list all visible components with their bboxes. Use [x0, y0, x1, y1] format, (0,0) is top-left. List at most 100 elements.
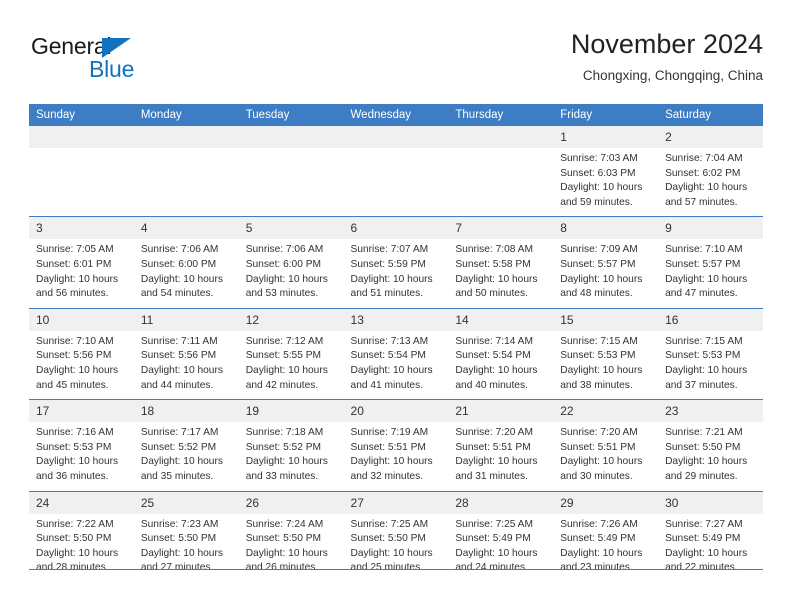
- sunrise-text: Sunrise: 7:10 AM: [36, 335, 114, 347]
- sunset-text: Sunset: 5:49 PM: [455, 533, 531, 545]
- day-number: [238, 126, 344, 148]
- daylight-text-line1: Daylight: 10 hours: [140, 547, 223, 559]
- calendar-day-cell[interactable]: 6 Sunrise: 7:07 AM Sunset: 5:59 PM Daylight…: [343, 216, 449, 309]
- title-block: November 2024 Chongxing, Chongqing, Chin…: [571, 28, 763, 84]
- weekday-header-thursday: Thursday: [448, 104, 554, 126]
- day-details: Sunrise: 7:23 AM Sunset: 5:50 PM Daylight:…: [134, 514, 239, 582]
- calendar-day-cell[interactable]: 3 Sunrise: 7:05 AM Sunset: 6:01 PM Daylight…: [29, 216, 134, 309]
- calendar-day-cell[interactable]: 23 Sunrise: 7:21 AM Sunset: 5:50 PM Dayligh…: [658, 399, 763, 491]
- day-number: 24: [29, 491, 134, 514]
- calendar-day-cell[interactable]: 4 Sunrise: 7:06 AM Sunset: 6:00 PM Daylight…: [133, 216, 239, 309]
- day-number: 17: [29, 400, 134, 423]
- day-details: Sunrise: 7:22 AM Sunset: 5:50 PM Daylight:…: [29, 514, 134, 582]
- day-number: 7: [448, 217, 554, 240]
- daylight-text-line2: and 48 minutes.: [560, 288, 633, 300]
- daylight-text-line2: and 47 minutes.: [665, 288, 738, 300]
- calendar-day-cell[interactable]: 21 Sunrise: 7:20 AM Sunset: 5:51 PM Dayligh…: [448, 399, 554, 491]
- day-number: 21: [448, 400, 554, 423]
- daylight-text-line1: Daylight: 10 hours: [245, 456, 328, 468]
- logo-text-blue: Blue: [89, 56, 135, 82]
- calendar-day-cell[interactable]: 1 Sunrise: 7:03 AM Sunset: 6:03 PM Daylight…: [553, 126, 659, 217]
- calendar-day-cell[interactable]: 7 Sunrise: 7:08 AM Sunset: 5:58 PM Daylight…: [448, 216, 554, 309]
- day-number: 18: [133, 400, 239, 423]
- sunset-text: Sunset: 5:56 PM: [36, 350, 112, 362]
- sunset-text: Sunset: 6:03 PM: [560, 167, 636, 179]
- calendar-page: General Blue November 2024 Chongxing, Ch…: [0, 0, 792, 612]
- page-header: General Blue November 2024 Chongxing, Ch…: [29, 28, 763, 98]
- daylight-text-line1: Daylight: 10 hours: [665, 273, 748, 285]
- sunset-text: Sunset: 5:52 PM: [140, 441, 217, 453]
- calendar-empty-cell: [133, 126, 239, 217]
- calendar-day-cell[interactable]: 2 Sunrise: 7:04 AM Sunset: 6:02 PM Daylight…: [658, 126, 763, 217]
- calendar-day-cell[interactable]: 12 Sunrise: 7:12 AM Sunset: 5:55 PM Dayligh…: [238, 307, 344, 400]
- calendar-day-cell[interactable]: 15 Sunrise: 7:15 AM Sunset: 5:53 PM Dayligh…: [553, 307, 659, 400]
- calendar-day-cell[interactable]: 16 Sunrise: 7:15 AM Sunset: 5:53 PM Dayligh…: [658, 307, 763, 400]
- sunrise-text: Sunrise: 7:21 AM: [665, 427, 743, 439]
- page-subtitle: Chongxing, Chongqing, China: [582, 68, 763, 83]
- calendar-day-cell[interactable]: 19 Sunrise: 7:18 AM Sunset: 5:52 PM Dayligh…: [238, 399, 344, 491]
- sunset-text: Sunset: 6:00 PM: [245, 258, 322, 270]
- calendar-header-row: Sunday Monday Tuesday Wednesday Thursday…: [29, 104, 763, 126]
- daylight-text-line2: and 31 minutes.: [455, 470, 528, 482]
- sunrise-text: Sunrise: 7:15 AM: [560, 335, 638, 347]
- day-number: 10: [29, 308, 134, 331]
- sunset-text: Sunset: 5:53 PM: [665, 350, 741, 362]
- daylight-text-line2: and 36 minutes.: [36, 470, 109, 482]
- day-number: 22: [553, 400, 659, 423]
- calendar-day-cell[interactable]: 18 Sunrise: 7:17 AM Sunset: 5:52 PM Dayligh…: [133, 399, 239, 491]
- sunrise-text: Sunrise: 7:26 AM: [560, 518, 638, 530]
- daylight-text-line2: and 51 minutes.: [350, 288, 424, 300]
- day-details: Sunrise: 7:19 AM Sunset: 5:51 PM Daylight:…: [344, 422, 449, 490]
- daylight-text-line2: and 32 minutes.: [350, 470, 424, 482]
- calendar-day-cell[interactable]: 13 Sunrise: 7:13 AM Sunset: 5:54 PM Dayligh…: [343, 307, 449, 400]
- calendar-week-row: 1 Sunrise: 7:03 AM Sunset: 6:03 PM Daylight…: [29, 126, 763, 217]
- daylight-text-line2: and 57 minutes.: [665, 196, 738, 208]
- calendar-day-cell[interactable]: 11 Sunrise: 7:11 AM Sunset: 5:56 PM Dayligh…: [133, 307, 239, 400]
- calendar-bottom-rule: [29, 569, 763, 570]
- calendar-week-row: 17 Sunrise: 7:16 AM Sunset: 5:53 PM Dayligh…: [29, 399, 763, 491]
- calendar-table: Sunday Monday Tuesday Wednesday Thursday…: [29, 104, 763, 582]
- calendar-empty-cell: [238, 126, 344, 217]
- daylight-text-line1: Daylight: 10 hours: [140, 456, 223, 468]
- calendar-day-cell[interactable]: 10 Sunrise: 7:10 AM Sunset: 5:56 PM Dayligh…: [29, 307, 134, 400]
- sunrise-text: Sunrise: 7:04 AM: [665, 153, 743, 164]
- sunrise-text: Sunrise: 7:22 AM: [36, 518, 114, 530]
- day-number: 28: [448, 491, 554, 514]
- daylight-text-line2: and 41 minutes.: [350, 379, 424, 391]
- day-details: Sunrise: 7:20 AM Sunset: 5:51 PM Daylight:…: [553, 422, 658, 490]
- sunset-text: Sunset: 5:54 PM: [455, 350, 531, 362]
- sunset-text: Sunset: 5:49 PM: [560, 533, 636, 545]
- daylight-text-line1: Daylight: 10 hours: [245, 364, 328, 376]
- general-blue-logo[interactable]: General Blue: [29, 34, 209, 92]
- daylight-text-line1: Daylight: 10 hours: [665, 364, 748, 376]
- daylight-text-line2: and 35 minutes.: [140, 470, 214, 482]
- daylight-text-line1: Daylight: 10 hours: [36, 273, 119, 285]
- daylight-text-line2: and 29 minutes.: [665, 470, 738, 482]
- sunset-text: Sunset: 6:01 PM: [36, 258, 112, 270]
- sunrise-text: Sunrise: 7:19 AM: [350, 427, 429, 439]
- calendar-day-cell[interactable]: 20 Sunrise: 7:19 AM Sunset: 5:51 PM Dayligh…: [343, 399, 449, 491]
- daylight-text-line1: Daylight: 10 hours: [560, 273, 643, 285]
- calendar-day-cell[interactable]: 8 Sunrise: 7:09 AM Sunset: 5:57 PM Daylight…: [553, 216, 659, 309]
- sunrise-text: Sunrise: 7:20 AM: [455, 427, 533, 439]
- calendar-day-cell[interactable]: 17 Sunrise: 7:16 AM Sunset: 5:53 PM Dayligh…: [29, 399, 134, 491]
- sunrise-text: Sunrise: 7:05 AM: [36, 244, 114, 256]
- day-number: 9: [658, 217, 763, 240]
- sunset-text: Sunset: 5:56 PM: [140, 350, 217, 362]
- day-number: 19: [238, 400, 344, 423]
- day-details: [134, 148, 239, 214]
- day-details: Sunrise: 7:25 AM Sunset: 5:49 PM Daylight:…: [448, 514, 553, 582]
- daylight-text-line2: and 53 minutes.: [245, 288, 319, 300]
- sunset-text: Sunset: 5:57 PM: [665, 258, 741, 270]
- calendar-day-cell[interactable]: 14 Sunrise: 7:14 AM Sunset: 5:54 PM Dayligh…: [448, 307, 554, 400]
- day-details: Sunrise: 7:07 AM Sunset: 5:59 PM Daylight:…: [344, 239, 449, 307]
- calendar-day-cell[interactable]: 5 Sunrise: 7:06 AM Sunset: 6:00 PM Daylight…: [238, 216, 344, 309]
- weekday-header-sunday: Sunday: [29, 104, 134, 126]
- sunrise-text: Sunrise: 7:09 AM: [560, 244, 638, 256]
- calendar-day-cell[interactable]: 22 Sunrise: 7:20 AM Sunset: 5:51 PM Dayligh…: [553, 399, 659, 491]
- day-number: [133, 126, 239, 148]
- day-number: 15: [553, 308, 659, 331]
- calendar-week-row: 3 Sunrise: 7:05 AM Sunset: 6:01 PM Daylight…: [29, 216, 763, 309]
- calendar-day-cell[interactable]: 9 Sunrise: 7:10 AM Sunset: 5:57 PM Daylight…: [658, 216, 763, 309]
- day-number: 13: [343, 308, 449, 331]
